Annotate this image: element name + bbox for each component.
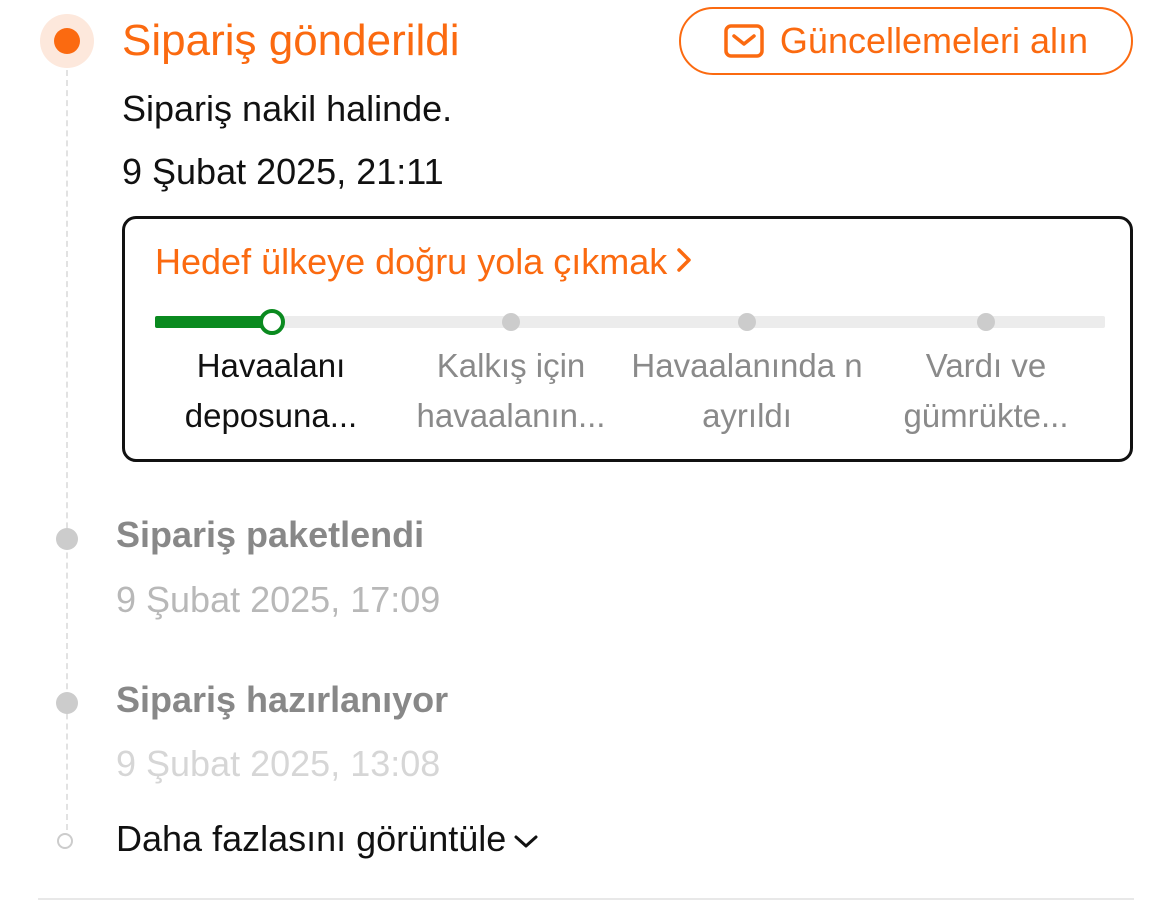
past-event-date: 9 Şubat 2025, 13:08	[116, 743, 441, 784]
progress-step-label: Kalkış için havaalanın...	[416, 347, 606, 434]
more-events-marker	[57, 833, 73, 849]
progress-step-marker	[738, 313, 756, 331]
view-more-button[interactable]: Daha fazlasını görüntüle	[116, 818, 540, 860]
get-updates-button[interactable]: Güncellemeleri alın	[679, 7, 1133, 75]
past-event-marker	[56, 692, 78, 714]
active-event-description: Sipariş nakil halinde.	[122, 88, 453, 129]
shipping-stage-link[interactable]: Hedef ülkeye doğru yola çıkmak	[155, 241, 693, 283]
active-event-date: 9 Şubat 2025, 21:11	[122, 151, 444, 192]
past-event-marker	[56, 528, 78, 550]
past-event-title: Sipariş hazırlanıyor	[116, 679, 449, 720]
active-event-title: Sipariş gönderildi	[122, 16, 460, 65]
progress-step-label: Vardı ve gümrükte...	[903, 347, 1069, 434]
active-event-marker	[54, 28, 80, 54]
chevron-right-icon	[675, 241, 693, 283]
envelope-icon	[724, 24, 764, 58]
view-more-label: Daha fazlasını görüntüle	[116, 818, 507, 859]
get-updates-label: Güncellemeleri alın	[779, 20, 1089, 61]
progress-step-current-marker	[259, 309, 285, 335]
progress-fill	[155, 316, 274, 328]
progress-track	[155, 316, 1105, 328]
shipping-stage-link-label: Hedef ülkeye doğru yola çıkmak	[155, 241, 668, 282]
progress-step-marker	[502, 313, 520, 331]
progress-step-marker	[977, 313, 995, 331]
past-event-date: 9 Şubat 2025, 17:09	[116, 579, 441, 620]
past-event-title: Sipariş paketlendi	[116, 514, 425, 555]
section-divider	[38, 898, 1134, 900]
timeline-rail	[66, 70, 68, 830]
progress-step-label: Havaalanı deposuna...	[184, 347, 358, 434]
progress-step-label: Havaalanında n ayrıldı	[631, 347, 863, 434]
chevron-down-icon	[512, 818, 540, 860]
shipping-progress-card: Hedef ülkeye doğru yola çıkmak Havaalanı…	[122, 216, 1133, 462]
